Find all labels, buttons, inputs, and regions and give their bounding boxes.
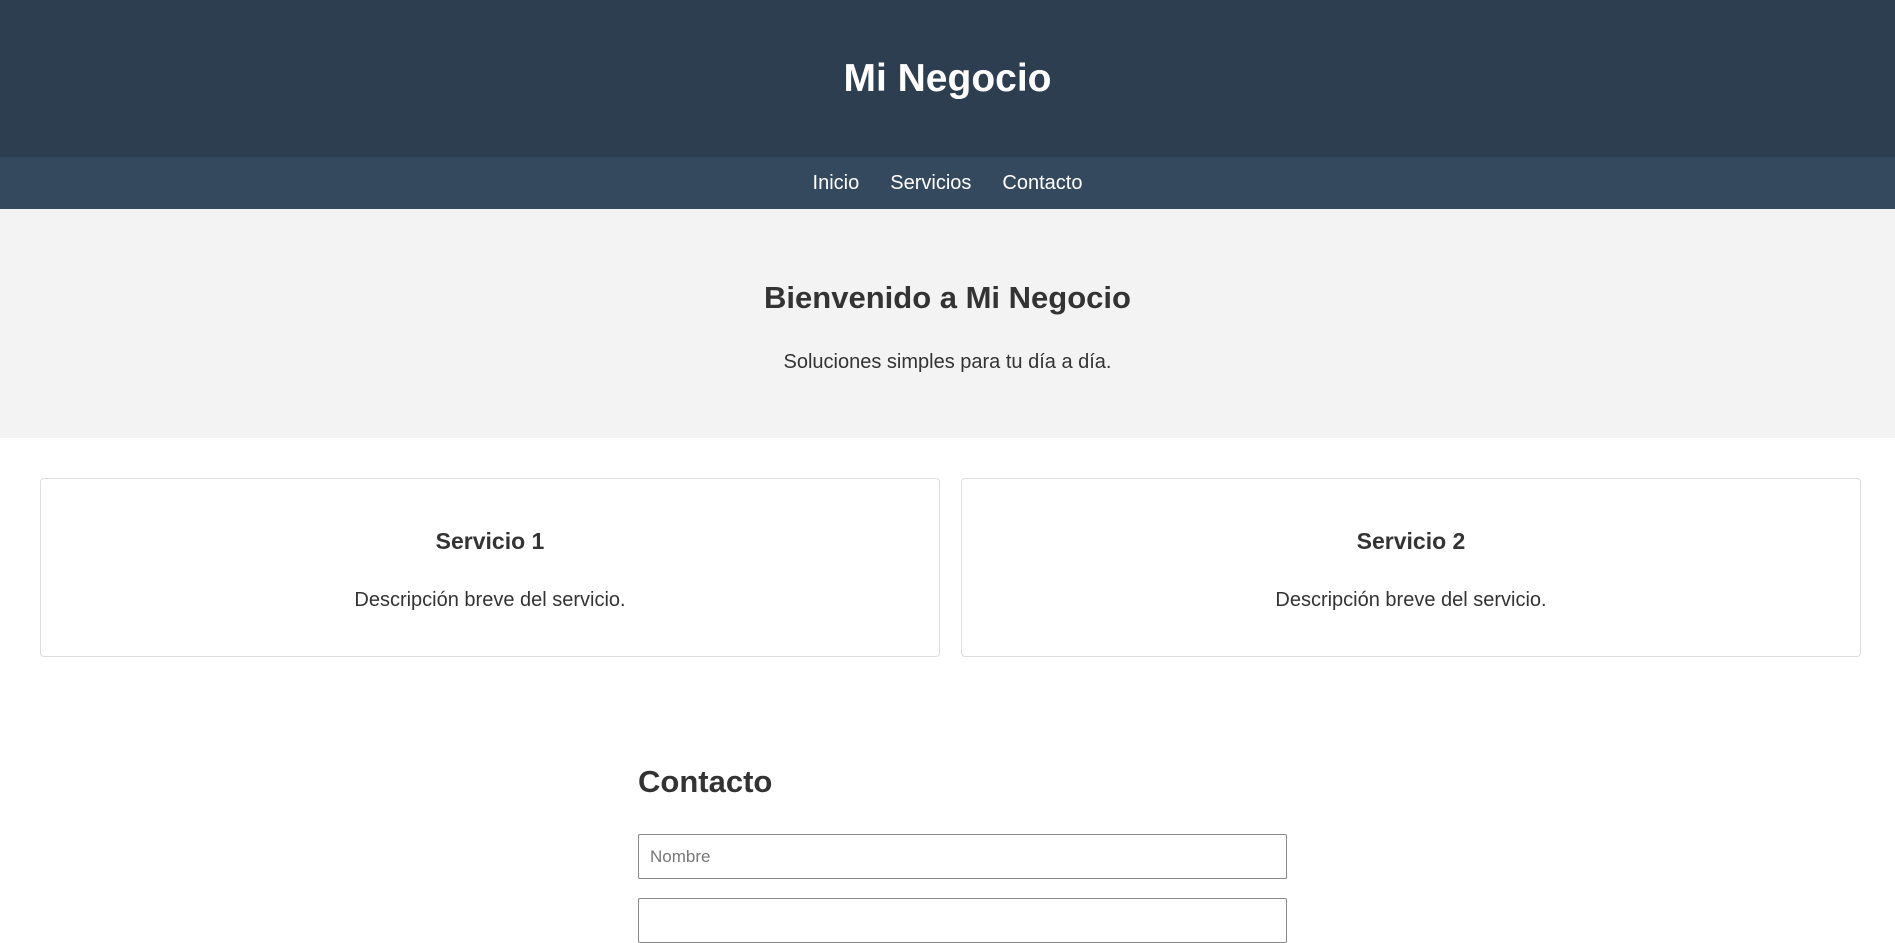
hero-title: Bienvenido a Mi Negocio [764, 280, 1131, 315]
nav-link-servicios[interactable]: Servicios [890, 172, 971, 195]
hero-section: Bienvenido a Mi Negocio Soluciones simpl… [0, 209, 1895, 438]
hero-subtitle: Soluciones simples para tu día a día. [783, 351, 1112, 373]
second-contact-input[interactable] [638, 898, 1287, 943]
service-card-description: Descripción breve del servicio. [354, 589, 626, 611]
nav-link-inicio[interactable]: Inicio [813, 172, 860, 195]
main-nav: Inicio Servicios Contacto [0, 157, 1895, 209]
service-card-description: Descripción breve del servicio. [1275, 589, 1547, 611]
service-card-2: Servicio 2 Descripción breve del servici… [961, 478, 1861, 657]
service-card-title: Servicio 1 [435, 528, 545, 554]
service-card-1: Servicio 1 Descripción breve del servici… [40, 478, 940, 657]
site-title: Mi Negocio [843, 56, 1052, 100]
site-header: Mi Negocio [0, 0, 1895, 157]
name-input[interactable] [638, 834, 1287, 879]
service-card-title: Servicio 2 [1356, 528, 1466, 554]
nav-link-contacto[interactable]: Contacto [1002, 172, 1082, 195]
contact-title: Contacto [638, 764, 773, 799]
